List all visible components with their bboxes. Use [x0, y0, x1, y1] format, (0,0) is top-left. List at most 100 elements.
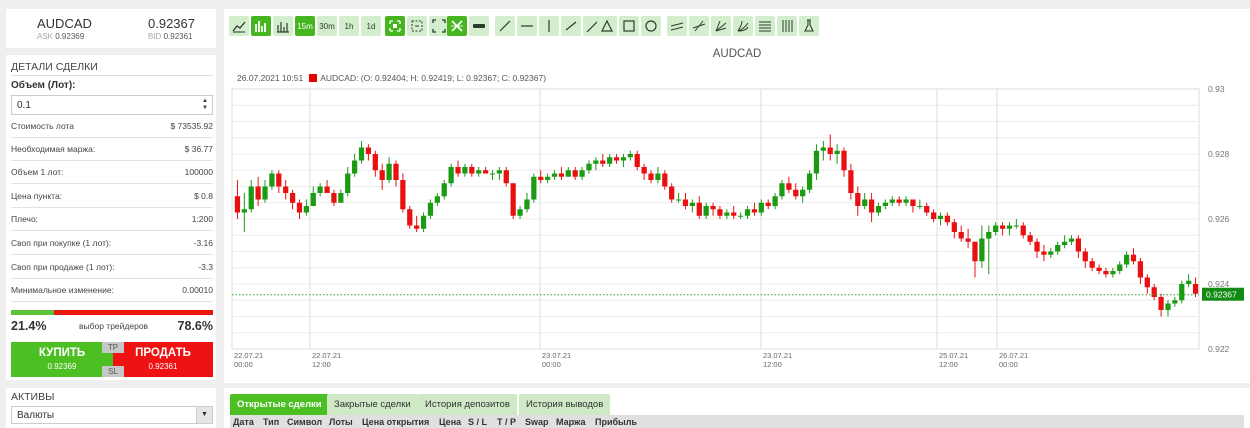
zoom-in-icon — [389, 20, 401, 32]
candle-body — [345, 173, 351, 193]
candle-body — [1068, 238, 1075, 242]
timeframe-1h[interactable]: 1h — [339, 16, 359, 36]
horizontal-line-tool[interactable] — [517, 16, 537, 36]
arrow-tool[interactable] — [689, 16, 709, 36]
candle-body — [572, 170, 578, 177]
x-tick-label: 22.07.21 — [234, 351, 263, 360]
candle-body — [352, 160, 358, 174]
ray-tool[interactable] — [561, 16, 581, 36]
crosshair-tool[interactable] — [447, 16, 467, 36]
candle-body — [1151, 287, 1157, 297]
x-tick-label: 12:00 — [763, 360, 782, 369]
last-price-label: 0.92367 — [1206, 290, 1237, 300]
circle-tool[interactable] — [641, 16, 661, 36]
tab-deposit-history[interactable]: История депозитов — [418, 394, 517, 415]
rectangle-tool[interactable] — [619, 16, 639, 36]
dropdown-arrow-icon[interactable]: ▼ — [196, 407, 212, 423]
candle-body — [489, 173, 496, 175]
x-tick-label: 12:00 — [312, 360, 331, 369]
column-take-profit[interactable]: T / P — [497, 417, 516, 427]
chart-title: AUDCAD — [712, 48, 762, 60]
ohlc-chart-icon — [277, 22, 289, 33]
column-profit[interactable]: Прибыль — [595, 417, 637, 427]
candle-body — [476, 170, 482, 174]
stop-loss-button[interactable]: SL — [102, 366, 124, 377]
fullscreen-tool[interactable] — [429, 16, 449, 36]
volume-stepper[interactable]: ▲ ▼ — [198, 96, 212, 114]
x-tick-label: 00:00 — [234, 360, 253, 369]
candle-body — [1041, 251, 1047, 255]
column-open-price[interactable]: Цена открытия — [362, 417, 429, 427]
tab-closed-trades[interactable]: Закрытые сделки — [327, 394, 418, 415]
candle-body — [979, 238, 985, 262]
indicators-tool[interactable] — [799, 16, 819, 36]
candle-body — [951, 222, 957, 232]
pitchfork-icon — [715, 20, 727, 32]
candle-body — [1117, 264, 1123, 271]
candle-body — [965, 238, 971, 242]
take-profit-button[interactable]: TP — [102, 342, 124, 353]
candle-body — [420, 215, 427, 229]
column-date[interactable]: Дата — [233, 417, 254, 427]
candle-body — [1103, 271, 1109, 275]
candle-body — [607, 157, 613, 164]
candle-body — [793, 189, 799, 197]
current-price: 0.92367 — [148, 16, 195, 31]
x-tick-label: 25.07.21 — [939, 351, 968, 360]
parallel-channel-tool[interactable] — [667, 16, 687, 36]
candle-body — [276, 173, 282, 187]
candle-body — [1172, 300, 1178, 304]
line-chart-tool[interactable] — [229, 16, 249, 36]
column-price[interactable]: Цена — [439, 417, 461, 427]
candle-body — [358, 147, 365, 161]
candle-body — [386, 163, 392, 180]
candle-body — [868, 199, 875, 213]
stepper-down-icon[interactable]: ▼ — [202, 105, 208, 112]
sell-button[interactable]: ПРОДАТЬ 0.92361 — [113, 342, 213, 377]
zoom-in-tool[interactable] — [385, 16, 405, 36]
candle-body — [303, 206, 309, 213]
vertical-line-tool[interactable] — [539, 16, 559, 36]
bar-chart-tool[interactable] — [251, 16, 271, 36]
price-chart[interactable]: 0.930.9280.9260.9240.92222.07.2100:0022.… — [224, 9, 1250, 383]
timeframe-15m[interactable]: 15m — [295, 16, 315, 36]
candle-body — [469, 167, 475, 174]
candle-body — [1137, 261, 1144, 278]
triangle-tool[interactable] — [597, 16, 617, 36]
candle-body — [620, 157, 627, 161]
candle-body — [613, 157, 620, 161]
arrow-icon — [692, 20, 706, 32]
candle-body — [958, 232, 964, 239]
fibonacci-fan-tool[interactable] — [733, 16, 753, 36]
column-lots[interactable]: Лоты — [329, 417, 353, 427]
candle-body — [1006, 225, 1013, 229]
buy-button[interactable]: КУПИТЬ 0.92369 — [11, 342, 113, 377]
tab-open-trades[interactable]: Открытые сделки — [230, 394, 329, 415]
volume-input[interactable] — [11, 95, 213, 115]
trendline-tool[interactable] — [495, 16, 515, 36]
column-margin[interactable]: Маржа — [556, 417, 586, 427]
fibonacci-levels-tool[interactable] — [755, 16, 775, 36]
zoom-reset-tool[interactable] — [407, 16, 427, 36]
candle-body — [593, 160, 599, 164]
candle-body — [675, 199, 682, 201]
tab-withdrawal-history[interactable]: История выводов — [519, 394, 611, 415]
detail-row-leverage: Плечо: 1:200 — [11, 209, 213, 231]
assets-category-select[interactable]: Валюты ▼ — [11, 406, 213, 424]
timeframe-30m[interactable]: 30m — [317, 16, 337, 36]
column-swap[interactable]: Swap — [525, 417, 549, 427]
column-symbol[interactable]: Символ — [287, 417, 322, 427]
gann-tool[interactable] — [777, 16, 797, 36]
ohlc-chart-tool[interactable] — [273, 16, 293, 36]
column-type[interactable]: Тип — [263, 417, 279, 427]
ruler-tool[interactable] — [469, 16, 489, 36]
assets-title: АКТИВЫ — [11, 391, 55, 403]
stepper-up-icon[interactable]: ▲ — [202, 98, 208, 105]
timeframe-1d[interactable]: 1d — [361, 16, 381, 36]
candle-body — [999, 225, 1006, 229]
column-stop-loss[interactable]: S / L — [468, 417, 487, 427]
x-tick-label: 12:00 — [939, 360, 958, 369]
candle-body — [600, 160, 606, 164]
pitchfork-tool[interactable] — [711, 16, 731, 36]
timeframe-15m-label: 15m — [297, 21, 313, 31]
